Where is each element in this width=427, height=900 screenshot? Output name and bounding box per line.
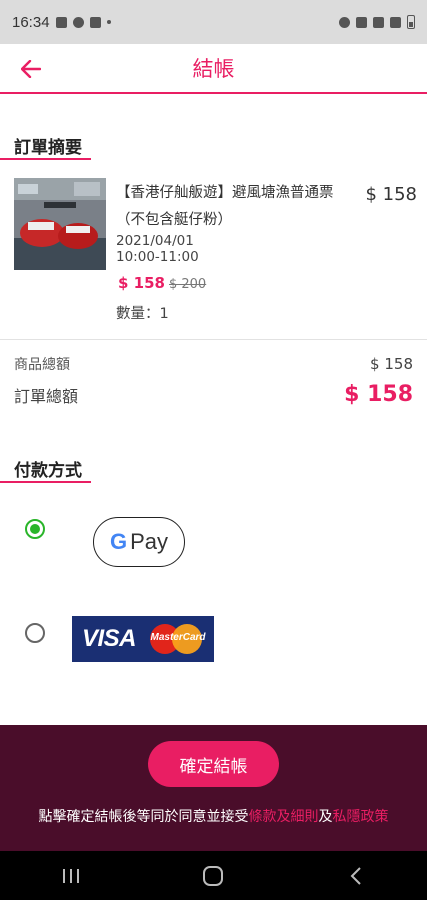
payment-method-title: 付款方式 (14, 461, 82, 481)
agreement-text: 點擊確定結帳後等同於同意並接受條款及細則及私隱政策 (0, 806, 427, 826)
home-icon (203, 865, 224, 886)
total-row: 訂單總額 $ 158 (14, 382, 413, 407)
product-original-price: $ 200 (168, 277, 207, 292)
product-price: $ 158 $ 200 (118, 274, 206, 292)
page-title: 結帳 (192, 57, 235, 81)
subtotal-value: $ 158 (370, 355, 413, 373)
mastercard-logo: MasterCard (146, 620, 210, 658)
subtotal-row: 商品總額 $ 158 (14, 354, 413, 374)
agreement-prefix: 點擊確定結帳後等同於同意並接受 (38, 809, 249, 825)
google-g-logo: G (109, 529, 128, 554)
back-arrow-icon (21, 60, 41, 78)
gallery-notification-icon (55, 16, 67, 28)
gpay-label: Pay (130, 529, 169, 554)
status-time: 16:34 (12, 13, 50, 31)
gpay-radio[interactable] (25, 519, 45, 539)
alarm-icon (339, 16, 350, 28)
privacy-link[interactable]: 私隱政策 (333, 809, 389, 825)
agreement-and: 及 (318, 809, 333, 825)
product-line-total: $ 158 (365, 184, 417, 205)
volte-icon (356, 16, 367, 28)
summary-divider (0, 339, 427, 340)
back-button[interactable] (18, 56, 44, 82)
wifi-icon (373, 16, 384, 28)
recent-apps-button[interactable] (41, 856, 101, 896)
status-bar: 16:34 (0, 0, 427, 44)
back-nav-button[interactable] (326, 856, 386, 896)
more-notifications-icon (106, 20, 111, 24)
product-current-price: $ 158 (118, 274, 165, 292)
order-summary-underline (0, 158, 91, 160)
total-label: 訂單總額 (14, 386, 79, 406)
confirm-checkout-button[interactable]: 確定結帳 (148, 741, 279, 787)
message-notification-icon (89, 16, 101, 28)
gpay-option[interactable]: G Pay (93, 517, 185, 567)
total-value: $ 158 (344, 382, 413, 407)
product-date: 2021/04/01 (116, 233, 194, 249)
payment-method-underline (0, 481, 91, 483)
card-radio[interactable] (25, 623, 45, 643)
product-image (14, 178, 106, 270)
product-name: 【香港仔舢舨遊】避風塘漁普通票（不包含艇仔粉） (116, 185, 334, 228)
battery-icon (407, 15, 415, 29)
order-summary-title: 訂單摘要 (14, 138, 82, 158)
visa-logo: VISA (81, 625, 137, 652)
subtotal-label: 商品總額 (14, 357, 70, 373)
app-header: 結帳 (0, 44, 427, 94)
product-time: 10:00-11:00 (116, 249, 199, 265)
recent-apps-icon (63, 868, 80, 883)
product-date-time: 2021/04/01 10:00-11:00 (116, 233, 199, 265)
product-quantity: 數量：1 (116, 306, 169, 322)
card-option[interactable]: VISA MasterCard (72, 616, 214, 662)
system-nav-bar (0, 851, 427, 900)
back-nav-icon (350, 866, 361, 885)
whatsapp-notification-icon (72, 16, 84, 28)
terms-link[interactable]: 條款及細則 (249, 809, 319, 825)
home-button[interactable] (183, 856, 243, 896)
signal-icon (390, 16, 401, 28)
